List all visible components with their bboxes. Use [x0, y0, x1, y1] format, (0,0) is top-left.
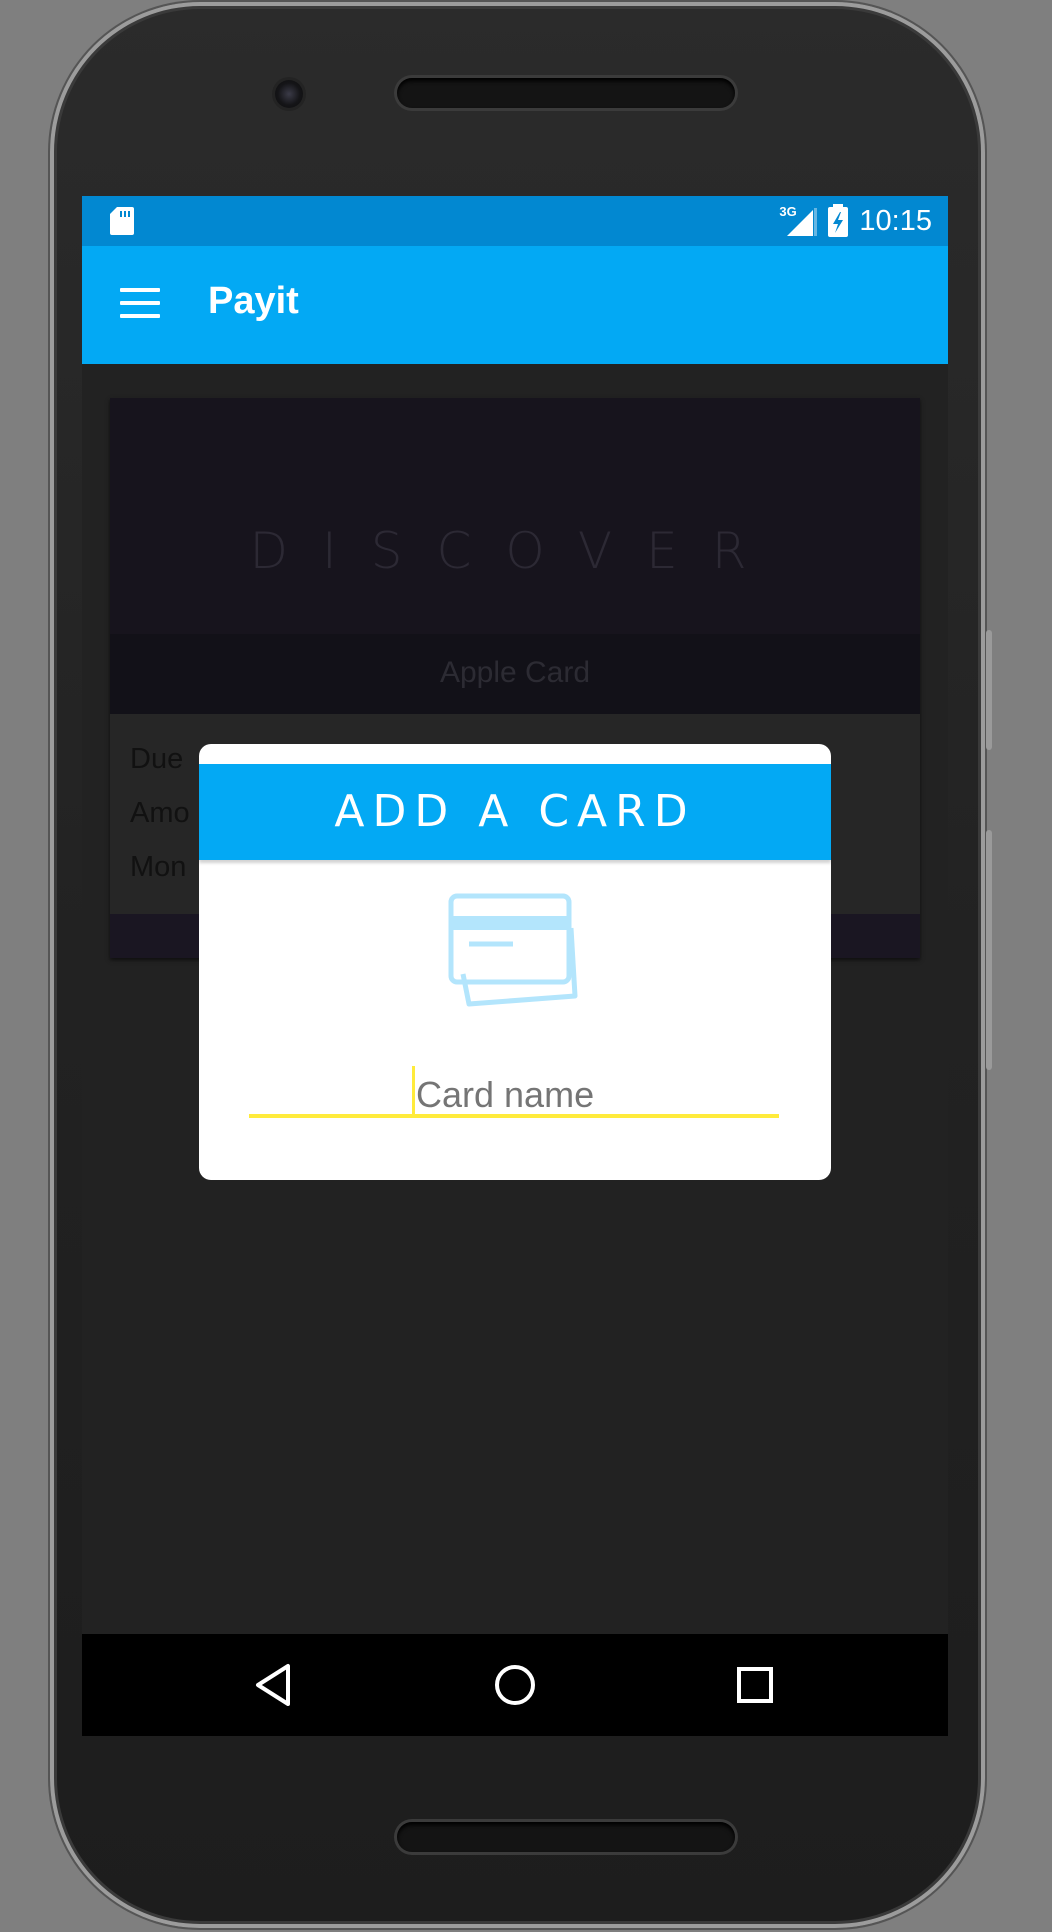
battery-charging-icon [828, 204, 849, 237]
card-details: Due Amo Mon [130, 743, 190, 905]
card-amount-label: Amo [130, 797, 190, 829]
home-icon[interactable] [490, 1660, 540, 1710]
power-button [986, 830, 992, 1070]
back-icon[interactable] [250, 1660, 300, 1710]
recents-icon[interactable] [730, 1660, 780, 1710]
app-title: Payit [208, 280, 299, 322]
volume-button [986, 630, 992, 750]
earpiece-speaker [397, 78, 735, 108]
navigation-bar [82, 1634, 948, 1736]
status-time: 10:15 [859, 204, 932, 237]
card-due-label: Due [130, 743, 184, 775]
screen: 3G 10:15 Payit DISCOVER Apple Card Due A… [82, 196, 948, 1736]
front-camera [275, 80, 303, 108]
card-name-bar: Apple Card [110, 634, 920, 714]
card-month-label: Mon [130, 851, 187, 883]
card-name: Apple Card [439, 656, 591, 689]
menu-icon[interactable] [120, 288, 160, 318]
card-brand: DISCOVER [249, 522, 781, 580]
credit-card-icon [448, 893, 578, 1007]
app-bar: Payit [82, 246, 948, 364]
card-banner: DISCOVER [110, 398, 920, 634]
status-bar: 3G 10:15 [82, 196, 948, 246]
dialog-title: ADD A CARD [199, 764, 831, 860]
card-name-input[interactable] [416, 1074, 616, 1116]
text-cursor [412, 1066, 415, 1116]
signal-icon: 3G [777, 204, 818, 238]
card-name-field[interactable] [249, 1066, 779, 1118]
sd-card-icon [110, 207, 134, 235]
bottom-speaker [397, 1822, 735, 1852]
add-card-dialog: ADD A CARD [199, 744, 831, 1180]
